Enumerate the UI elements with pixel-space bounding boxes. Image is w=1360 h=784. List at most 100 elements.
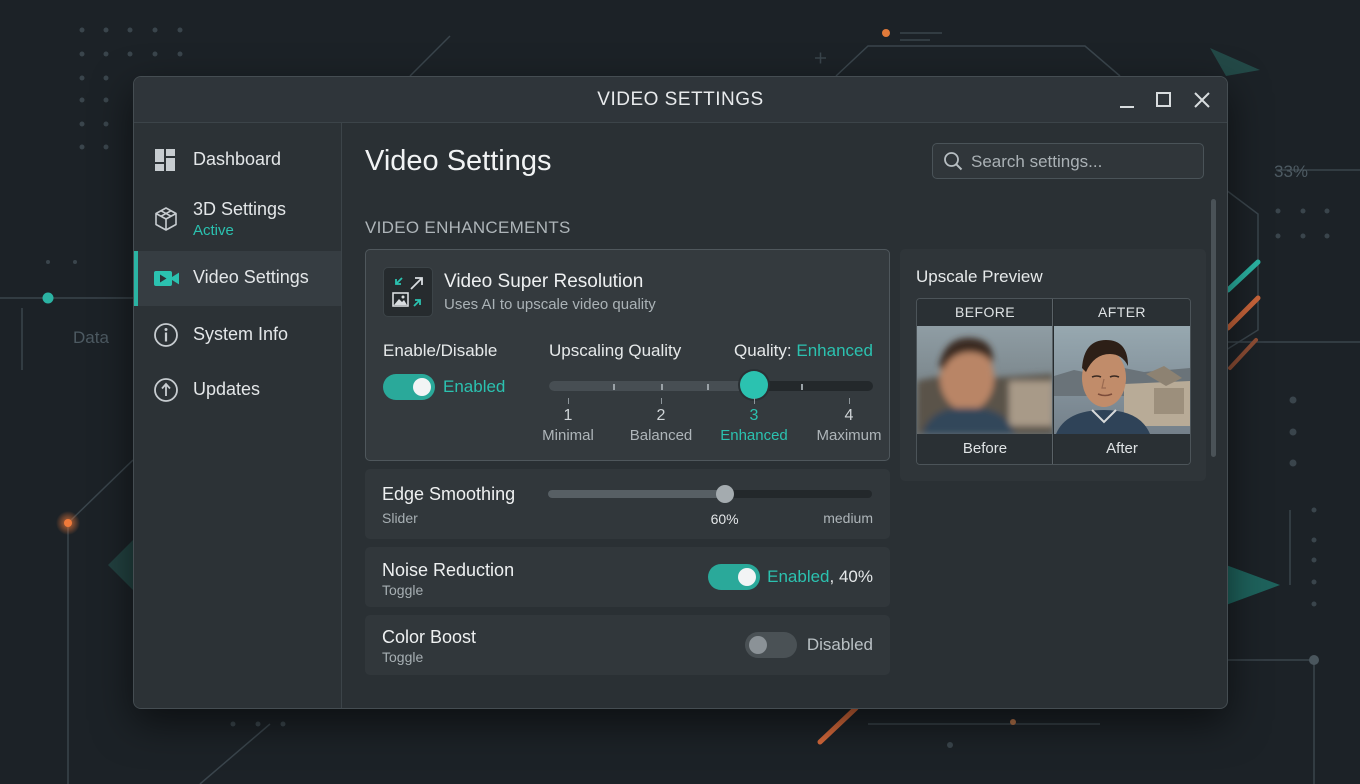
slider-tick [613,384,615,390]
noise-reduction-amount: , 40% [829,567,873,586]
step-name: Minimal [542,427,594,444]
info-icon [154,323,178,347]
step-tick [568,398,569,404]
upscaling-quality-label: Upscaling Quality [549,341,682,360]
edge-smoothing-value: 60% [710,511,739,527]
sidebar-item-dashboard[interactable]: Dashboard [134,135,341,185]
step-name: Enhanced [720,427,788,444]
vsr-toggle-state: Enabled [443,377,506,396]
quality-step-4[interactable]: 4 Maximum [804,407,894,444]
page-title: Video Settings [365,145,552,177]
step-tick [754,398,755,404]
video-camera-icon [154,271,179,286]
before-header: BEFORE [917,299,1053,326]
sharp-portrait-image [1054,326,1190,434]
content-scrollbar[interactable] [1210,199,1218,579]
sidebar-item-status: Active [193,222,234,239]
before-image [917,326,1053,434]
toggle-knob [749,636,767,654]
upscale-preview-panel: Upscale Preview BEFORE Before AFTER Afte… [900,249,1206,481]
sidebar-item-label: System Info [193,324,289,344]
background-data-label: Data [73,328,109,347]
before-pane: BEFORE Before [917,299,1053,464]
scrollbar-thumb[interactable] [1211,199,1216,457]
quality-readout: Quality: Enhanced [734,341,873,361]
step-name: Balanced [629,427,693,444]
quality-step-2[interactable]: 2 Balanced [616,407,706,444]
update-arrow-icon [154,378,178,402]
vsr-description: Uses AI to upscale video quality [444,296,656,313]
close-button[interactable] [1189,87,1215,113]
sidebar-item-video-settings[interactable]: Video Settings [134,251,341,306]
search-box[interactable] [932,143,1204,179]
quality-slider-thumb[interactable] [740,371,768,399]
color-boost-toggle[interactable] [745,632,797,658]
expand-image-icon-box [383,267,433,317]
toggle-knob [738,568,756,586]
minimize-icon [1120,106,1134,108]
upscale-preview-title: Upscale Preview [916,267,1043,286]
edge-smoothing-slider-thumb[interactable] [715,485,734,503]
step-name: Maximum [816,427,882,444]
step-number: 4 [844,407,854,424]
close-icon [1194,92,1210,108]
step-tick [661,398,662,404]
quality-step-1[interactable]: 1 Minimal [523,407,613,444]
after-caption: After [1054,434,1190,464]
sidebar: Dashboard 3D Settings Active Video Setti… [134,123,342,708]
edge-smoothing-type: Slider [382,510,418,526]
slider-tick [661,384,663,390]
step-number: 1 [563,407,573,424]
step-tick [849,398,850,404]
before-caption: Before [917,434,1053,464]
quality-slider-fill [549,381,754,391]
cube-icon [155,207,177,231]
sidebar-item-system-info[interactable]: System Info [134,310,341,360]
dashboard-icon [155,149,175,171]
noise-reduction-type: Toggle [382,582,424,598]
noise-reduction-state: Enabled [767,567,830,586]
blurred-portrait-image [917,326,1053,434]
sidebar-item-label: Dashboard [193,149,282,169]
maximize-icon [1156,92,1171,107]
window-title: VIDEO SETTINGS [597,89,764,110]
edge-smoothing-title: Edge Smoothing [382,484,516,504]
vsr-toggle[interactable] [383,374,435,400]
quality-prefix: Quality: [734,341,792,360]
video-settings-window: VIDEO SETTINGS Dashboard 3D Settings Act… [133,76,1228,709]
quality-step-3[interactable]: 3 Enhanced [709,407,799,444]
edge-smoothing-slider-track[interactable] [548,490,872,498]
video-super-resolution-card: Video Super Resolution Uses AI to upscal… [365,249,890,461]
enable-disable-label: Enable/Disable [383,341,498,360]
noise-reduction-row: Noise Reduction Toggle Enabled, 40% [365,547,890,607]
color-boost-type: Toggle [382,649,424,665]
main-content: Video Settings VIDEO ENHANCEMENTS [342,123,1227,708]
sidebar-item-3d-settings[interactable]: 3D Settings Active [134,189,341,249]
minimize-button[interactable] [1114,87,1140,113]
edge-smoothing-level: medium [823,510,873,526]
color-boost-row: Color Boost Toggle Disabled [365,615,890,675]
color-boost-title: Color Boost [382,627,477,647]
vsr-title: Video Super Resolution [444,271,644,292]
comparison-divider [1052,299,1053,464]
maximize-button[interactable] [1151,87,1177,113]
noise-reduction-toggle[interactable] [708,564,760,590]
color-boost-state: Disabled [806,635,873,654]
section-heading: VIDEO ENHANCEMENTS [365,218,571,237]
edge-smoothing-slider-fill [548,490,725,498]
noise-reduction-status: Enabled, 40% [767,567,873,587]
sidebar-item-label: Updates [193,379,261,399]
sidebar-item-updates[interactable]: Updates [134,365,341,415]
step-number: 3 [749,407,759,424]
after-pane: AFTER After [1054,299,1190,464]
search-input[interactable] [969,148,1199,176]
quality-slider-track[interactable] [549,381,873,391]
sidebar-item-label: Video Settings [193,267,309,287]
step-number: 2 [656,407,666,424]
sidebar-item-label: 3D Settings [193,199,287,219]
comparison-frame: BEFORE Before AFTER After [916,298,1191,465]
title-bar[interactable]: VIDEO SETTINGS [134,77,1227,123]
quality-value: Enhanced [796,341,873,360]
after-image [1054,326,1190,434]
after-header: AFTER [1054,299,1190,326]
